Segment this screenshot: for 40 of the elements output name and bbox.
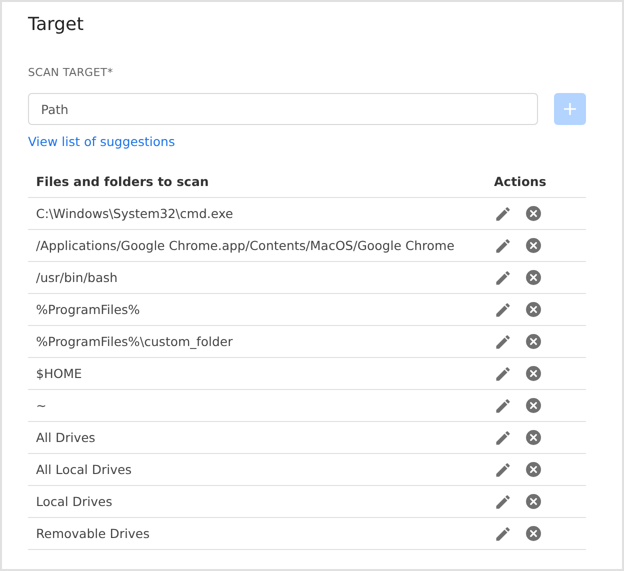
remove-icon[interactable] [526, 238, 541, 253]
path-cell-text: $HOME [35, 366, 83, 381]
pencil-icon[interactable] [494, 204, 512, 222]
path-cell-text: %ProgramFiles% [35, 302, 141, 317]
pencil-icon[interactable] [494, 236, 512, 254]
plus-icon [563, 102, 577, 116]
field-label: SCAN TARGET* [28, 66, 114, 79]
pencil-icon[interactable] [494, 300, 512, 318]
remove-icon[interactable] [526, 302, 541, 317]
path-cell-text: /usr/bin/bash [35, 270, 119, 285]
remove-icon[interactable] [526, 366, 541, 381]
section-title: Target [28, 14, 85, 37]
pencil-icon[interactable] [494, 524, 512, 542]
path-cell-text: All Drives [35, 430, 96, 445]
path-cell-text: %ProgramFiles%\custom_folder [35, 334, 234, 349]
remove-icon[interactable] [526, 430, 541, 445]
remove-icon[interactable] [526, 494, 541, 509]
remove-icon[interactable] [526, 334, 541, 349]
path-cell-text: ~ [35, 398, 48, 413]
column-header: Files and folders to scan [35, 174, 210, 189]
remove-icon[interactable] [526, 206, 541, 221]
pencil-icon[interactable] [494, 428, 512, 446]
remove-icon[interactable] [526, 462, 541, 477]
column-header: Actions [494, 174, 548, 189]
pencil-icon[interactable] [494, 492, 512, 510]
path-cell-text: /Applications/Google Chrome.app/Contents/MacOS/Google Chrome [35, 238, 456, 253]
path-cell-text: Local Drives [35, 494, 114, 509]
path-cell-text: C:\Windows\System32\cmd.exe [35, 206, 234, 221]
pencil-icon[interactable] [494, 460, 512, 478]
path-input-field[interactable]: Path [28, 93, 538, 125]
path-cell-text: All Local Drives [35, 462, 133, 477]
pencil-icon[interactable] [494, 364, 512, 382]
pencil-icon[interactable] [494, 332, 512, 350]
path-cell-text: Removable Drives [35, 526, 151, 541]
remove-icon[interactable] [526, 398, 541, 413]
suggestions-link[interactable]: View list of suggestions [28, 134, 175, 149]
remove-icon[interactable] [526, 270, 541, 285]
pencil-icon[interactable] [494, 268, 512, 286]
pencil-icon[interactable] [494, 396, 512, 414]
remove-icon[interactable] [526, 526, 541, 541]
